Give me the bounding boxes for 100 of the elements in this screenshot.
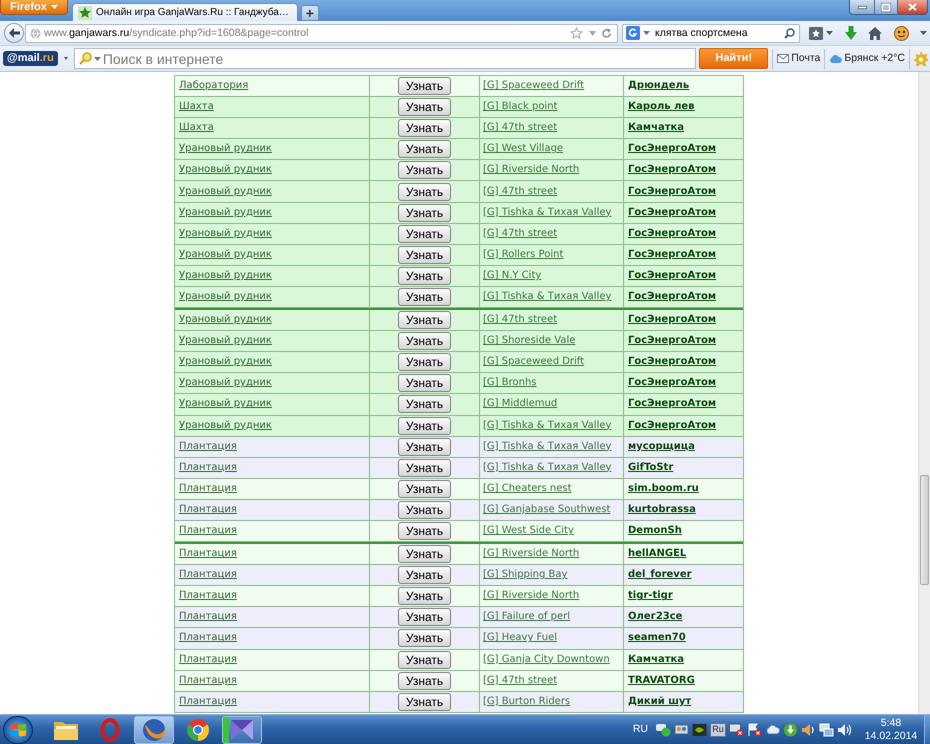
building-link[interactable]: Плантация <box>179 504 237 515</box>
browser-tab[interactable]: Онлайн игра GanjaWars.Ru :: Ганджуба… <box>72 3 298 21</box>
mail-link[interactable]: Почта <box>777 53 820 64</box>
building-link[interactable]: Урановый рудник <box>179 315 272 326</box>
owner-link[interactable]: GifToStr <box>628 462 674 473</box>
owner-link[interactable]: ГосЭнергоАтом <box>628 208 716 218</box>
find-out-button[interactable]: Узнать <box>398 500 451 519</box>
building-link[interactable]: Плантация <box>179 549 237 560</box>
building-link[interactable]: Урановый рудник <box>179 208 272 218</box>
find-out-button[interactable]: Узнать <box>398 332 451 350</box>
sector-link[interactable]: [G] Black point <box>483 102 558 112</box>
find-out-button[interactable]: Узнать <box>398 395 451 414</box>
find-out-button[interactable]: Узнать <box>398 458 451 477</box>
caret-icon[interactable] <box>920 31 927 35</box>
sector-link[interactable]: [G] Burton Riders <box>483 696 570 707</box>
building-link[interactable]: Плантация <box>179 654 237 665</box>
show-desktop-button[interactable] <box>924 715 930 744</box>
building-link[interactable]: Плантация <box>179 612 237 622</box>
download-arrow-icon[interactable] <box>844 26 856 40</box>
find-out-button[interactable]: Узнать <box>398 650 451 669</box>
owner-link[interactable]: kurtobrassa <box>628 504 696 515</box>
sector-link[interactable]: [G] Rollers Point <box>483 250 564 260</box>
building-link[interactable]: Урановый рудник <box>179 144 272 154</box>
find-out-button[interactable]: Узнать <box>398 119 451 138</box>
owner-link[interactable]: Камчатка <box>628 123 684 134</box>
building-link[interactable]: Урановый рудник <box>179 420 272 431</box>
building-link[interactable]: Плантация <box>179 591 237 602</box>
find-out-button[interactable]: Узнать <box>398 224 451 243</box>
clock-date[interactable]: 14.02.2014 <box>864 730 918 741</box>
building-link[interactable]: Лаборатория <box>179 81 248 92</box>
find-out-button[interactable]: Узнать <box>398 353 451 372</box>
sector-link[interactable]: [G] Cheaters nest <box>483 484 572 494</box>
sector-link[interactable]: [G] Middlemud <box>483 399 558 410</box>
start-button[interactable] <box>3 716 33 744</box>
sector-link[interactable]: [G] Ganja City Downtown <box>483 654 610 665</box>
building-link[interactable]: Урановый рудник <box>179 399 272 410</box>
building-link[interactable]: Урановый рудник <box>179 186 272 197</box>
speaker-icon[interactable] <box>801 722 816 736</box>
sector-link[interactable]: [G] West Side City <box>483 526 574 536</box>
sector-link[interactable]: [G] Shoreside Vale <box>483 336 576 346</box>
find-out-button[interactable]: Узнать <box>398 311 451 330</box>
building-link[interactable]: Урановый рудник <box>179 378 272 388</box>
two-windows-icon[interactable] <box>819 722 834 736</box>
minimize-button[interactable] <box>850 0 875 14</box>
weather-link[interactable]: Брянск +2°C <box>829 53 905 64</box>
find-out-button[interactable]: Узнать <box>398 545 451 564</box>
owner-link[interactable]: ГосЭнергоАтом <box>628 228 716 239</box>
owner-link[interactable]: del_forever <box>628 570 692 580</box>
monitor-error-icon[interactable] <box>729 722 744 736</box>
owner-link[interactable]: ГосЭнергоАтом <box>628 250 716 260</box>
owner-link[interactable]: мусорщица <box>628 442 695 452</box>
sector-link[interactable]: [G] Shipping Bay <box>483 570 568 580</box>
building-link[interactable]: Шахта <box>179 123 214 134</box>
owner-link[interactable]: ГосЭнергоАтом <box>628 165 716 176</box>
sector-link[interactable]: [G] 47th street <box>483 123 558 134</box>
taskbar-app-button[interactable] <box>222 716 262 744</box>
building-link[interactable]: Плантация <box>179 526 237 536</box>
sector-link[interactable]: [G] West Village <box>483 144 564 154</box>
find-out-button[interactable]: Узнать <box>398 182 451 201</box>
owner-link[interactable]: tigr-tigr <box>628 591 673 602</box>
flag-error-icon[interactable] <box>747 722 762 736</box>
building-link[interactable]: Урановый рудник <box>179 165 272 176</box>
smiley-icon[interactable] <box>894 26 908 40</box>
volume-icon[interactable] <box>837 722 852 736</box>
caret-icon[interactable] <box>64 57 68 60</box>
find-out-button[interactable]: Узнать <box>398 480 451 498</box>
eye-tile-icon[interactable] <box>692 722 707 736</box>
owner-link[interactable]: sim.boom.ru <box>628 484 699 494</box>
find-out-button[interactable]: Узнать <box>398 672 451 690</box>
building-link[interactable]: Шахта <box>179 102 214 112</box>
sector-link[interactable]: [G] 47th street <box>483 676 558 686</box>
sector-link[interactable]: [G] Spaceweed Drift <box>483 81 584 92</box>
sector-link[interactable]: [G] Tishka & Тихая Valley <box>483 208 612 218</box>
owner-link[interactable]: ГосЭнергоАтом <box>628 315 716 326</box>
star-outline-icon[interactable] <box>570 26 583 40</box>
find-out-button[interactable]: Узнать <box>398 522 451 540</box>
building-link[interactable]: Плантация <box>179 484 237 494</box>
reload-icon[interactable] <box>601 28 612 38</box>
owner-link[interactable]: ГосЭнергоАтом <box>628 357 716 368</box>
find-out-button[interactable]: Узнать <box>398 438 451 456</box>
search-icon[interactable] <box>784 28 795 38</box>
sector-link[interactable]: [G] Ganjabase Southwest <box>483 504 610 515</box>
address-field[interactable]: www.ganjawars.ru/syndicate.php?id=1608&page=control <box>25 24 618 42</box>
owner-link[interactable]: ГосЭнергоАтом <box>628 336 716 346</box>
sector-link[interactable]: [G] 47th street <box>483 315 558 326</box>
building-link[interactable]: Урановый рудник <box>179 270 272 281</box>
building-link[interactable]: Плантация <box>179 442 237 452</box>
owner-link[interactable]: ГосЭнергоАтом <box>628 292 716 302</box>
cloud-icon[interactable] <box>765 722 780 736</box>
keyboard-layout-badge[interactable]: Ru <box>710 722 726 736</box>
find-out-button[interactable]: Узнать <box>398 629 451 648</box>
owner-link[interactable]: hellANGEL <box>628 549 686 560</box>
find-out-button[interactable]: Узнать <box>398 204 451 222</box>
building-link[interactable]: Плантация <box>179 462 237 473</box>
maximize-button[interactable] <box>875 0 898 14</box>
web-search-field[interactable]: Поиск в интернете <box>74 48 696 69</box>
find-out-button[interactable]: Узнать <box>398 374 451 392</box>
home-icon[interactable] <box>868 26 882 40</box>
chat-bubbles-icon[interactable] <box>656 722 671 736</box>
owner-link[interactable]: Дрюндель <box>628 81 690 92</box>
